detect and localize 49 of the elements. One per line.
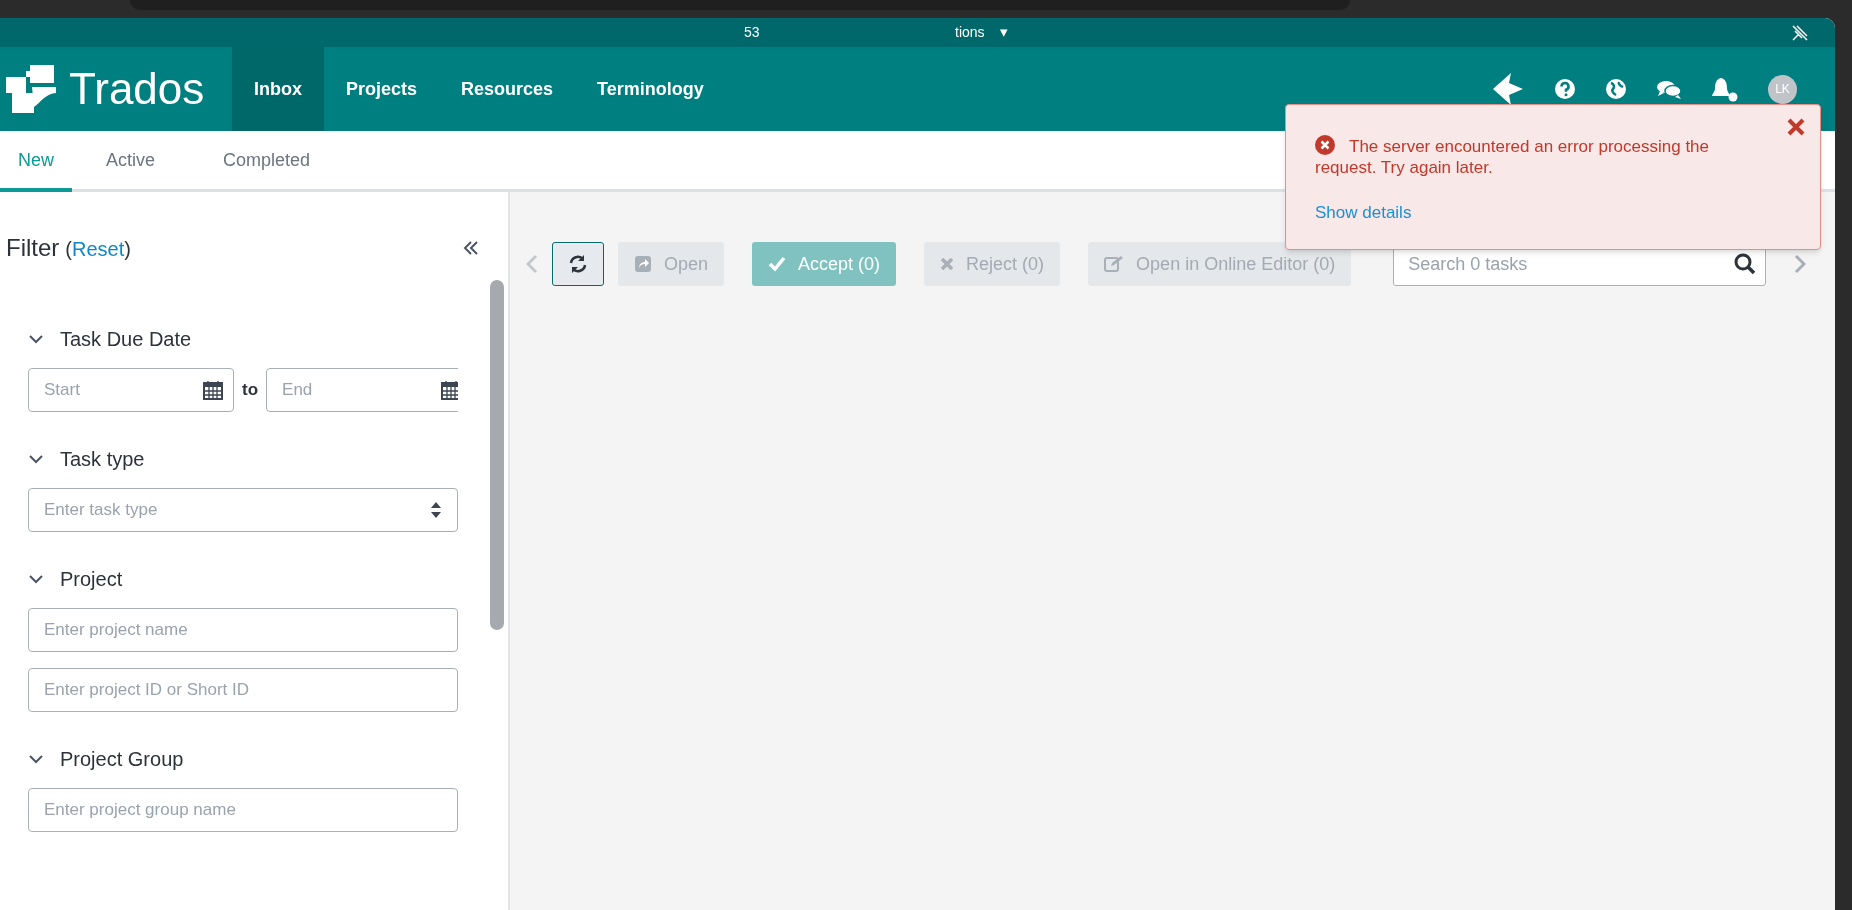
filter-title: Filter bbox=[6, 233, 60, 263]
section-title[interactable]: Project bbox=[60, 564, 123, 594]
task-type-select[interactable]: Enter task type bbox=[28, 488, 458, 532]
chevron-down-icon[interactable] bbox=[28, 754, 44, 764]
section-title[interactable]: Task type bbox=[60, 444, 145, 474]
error-message: The server encountered an error processing the request. Try again later. bbox=[1315, 135, 1711, 178]
end-date-field[interactable]: End bbox=[266, 368, 458, 412]
show-details-link[interactable]: Show details bbox=[1315, 200, 1412, 226]
refresh-icon bbox=[568, 254, 588, 274]
close-icon bbox=[940, 257, 955, 271]
share-icon bbox=[634, 255, 652, 273]
check-icon bbox=[768, 256, 787, 272]
nav-tab[interactable]: Terminology bbox=[575, 47, 726, 131]
input-field[interactable]: Enter project name bbox=[28, 608, 458, 652]
nav-tab[interactable]: Inbox bbox=[232, 47, 324, 131]
search-icon[interactable] bbox=[1734, 253, 1757, 275]
paren-text: ( bbox=[65, 237, 72, 262]
window-title: tions bbox=[955, 23, 985, 42]
edit-icon bbox=[1104, 255, 1125, 273]
calendar-icon[interactable] bbox=[202, 379, 224, 401]
tab[interactable]: Active bbox=[88, 137, 174, 192]
input-field[interactable]: Enter project ID or Short ID bbox=[28, 668, 458, 712]
chevron-down-icon[interactable] bbox=[28, 454, 44, 464]
sort-icon bbox=[430, 501, 442, 519]
paren-text: ) bbox=[124, 237, 131, 262]
section-title[interactable]: Task Due Date bbox=[60, 324, 192, 354]
window-title: 53 bbox=[744, 23, 760, 42]
scrollbar-thumb[interactable] bbox=[490, 280, 504, 630]
chevron-down-icon[interactable] bbox=[28, 574, 44, 584]
globe-icon[interactable] bbox=[1605, 78, 1627, 100]
collapse-icon[interactable] bbox=[462, 239, 480, 257]
bell-icon[interactable] bbox=[1711, 76, 1739, 102]
nav-tab[interactable]: Resources bbox=[439, 47, 576, 131]
chat-icon[interactable] bbox=[1656, 78, 1682, 100]
reset-link[interactable]: Reset bbox=[72, 234, 125, 264]
dropdown-icon[interactable]: ▾ bbox=[1000, 21, 1008, 44]
input-field[interactable]: Enter project group name bbox=[28, 788, 458, 832]
start-date-field[interactable]: Start bbox=[28, 368, 234, 412]
tab[interactable]: Completed bbox=[205, 137, 329, 192]
refresh-button[interactable] bbox=[552, 242, 604, 286]
close-icon[interactable] bbox=[1787, 118, 1805, 136]
to-label: to bbox=[242, 379, 259, 402]
calendar-icon[interactable] bbox=[440, 379, 458, 401]
chevron-down-icon[interactable] bbox=[28, 334, 44, 344]
logo-text[interactable]: Trados bbox=[69, 67, 205, 111]
nav-tab[interactable]: Projects bbox=[324, 47, 440, 131]
help-icon[interactable] bbox=[1554, 78, 1576, 100]
section-title[interactable]: Project Group bbox=[60, 744, 184, 774]
error-icon bbox=[1315, 135, 1335, 155]
